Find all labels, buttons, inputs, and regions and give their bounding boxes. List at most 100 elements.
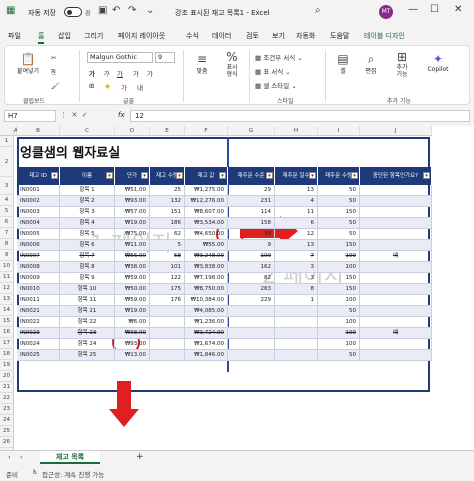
- table-cell-days[interactable]: 1: [275, 295, 318, 306]
- table-cell-name[interactable]: 항목 9: [60, 273, 115, 284]
- table-cell-qty[interactable]: 186: [150, 218, 185, 229]
- table-cell-qty[interactable]: 175: [150, 284, 185, 295]
- table-cell-disc[interactable]: [360, 207, 432, 218]
- copilot-button[interactable]: ✦ Copilot: [423, 52, 453, 73]
- table-cell-id[interactable]: IN0010: [17, 284, 60, 295]
- table-cell-id[interactable]: IN0007: [17, 251, 60, 262]
- table-cell-value[interactable]: ₩4,085.00: [185, 306, 228, 317]
- cut-icon[interactable]: ✂: [51, 54, 56, 62]
- formula-controls-icon[interactable]: ⋮ ✕ ✓: [60, 111, 88, 119]
- tab-file[interactable]: 파일: [8, 31, 21, 41]
- table-cell-days[interactable]: 3: [275, 262, 318, 273]
- row-header[interactable]: 10: [0, 261, 14, 272]
- table-cell-name[interactable]: 항목 6: [60, 240, 115, 251]
- table-cell-days[interactable]: [275, 339, 318, 350]
- table-cell-value[interactable]: ₩55.00: [185, 240, 228, 251]
- table-cell-rq[interactable]: 50: [318, 185, 360, 196]
- table-cell-value[interactable]: ₩8,607.00: [185, 207, 228, 218]
- table-cell-name[interactable]: 항목 22: [60, 317, 115, 328]
- table-cell-value[interactable]: ₩4,650.00: [185, 229, 228, 240]
- table-cell-lvl[interactable]: [228, 306, 275, 317]
- tab-review[interactable]: 검토: [246, 31, 259, 41]
- italic-button[interactable]: 가: [103, 68, 109, 78]
- table-cell-rq[interactable]: 150: [318, 284, 360, 295]
- table-cell-name[interactable]: 항목 24: [60, 339, 115, 350]
- table-cell-rq[interactable]: 150: [318, 273, 360, 284]
- column-header[interactable]: I: [318, 126, 360, 136]
- save-icon[interactable]: ▣: [98, 5, 107, 16]
- tab-home[interactable]: 홈: [38, 31, 45, 44]
- table-cell-price[interactable]: ₩75.00: [115, 229, 150, 240]
- table-cell-rq[interactable]: 100: [318, 317, 360, 328]
- maximize-icon[interactable]: ☐: [430, 4, 439, 15]
- shrink-font-icon[interactable]: 가: [147, 68, 153, 78]
- tab-table-design[interactable]: 테이블 디자인: [364, 31, 405, 41]
- table-cell-qty[interactable]: [150, 339, 185, 350]
- table-cell-price[interactable]: ₩11.00: [115, 240, 150, 251]
- table-cell-qty[interactable]: 151: [150, 207, 185, 218]
- table-cell-disc[interactable]: [360, 196, 432, 207]
- borders-icon[interactable]: ⊞: [89, 82, 94, 90]
- table-cell-days[interactable]: 8: [275, 284, 318, 295]
- row-header[interactable]: 4: [0, 195, 14, 206]
- row-header[interactable]: 3: [0, 177, 14, 195]
- tab-view[interactable]: 보기: [272, 31, 285, 41]
- table-cell-disc[interactable]: [360, 185, 432, 196]
- column-header[interactable]: B: [17, 126, 60, 136]
- table-cell-disc[interactable]: [360, 284, 432, 295]
- table-cell-price[interactable]: ₩93.00: [115, 196, 150, 207]
- table-cell-name[interactable]: 항목 4: [60, 218, 115, 229]
- cell-styles-button[interactable]: ▦ 셀 스타일 ⌄: [255, 80, 297, 90]
- editing-button[interactable]: ⌕ 편집: [359, 52, 383, 75]
- table-cell-id[interactable]: IN0022: [17, 317, 60, 328]
- addins-button[interactable]: ⊞ 추가 기능: [389, 50, 415, 78]
- row-header[interactable]: 9: [0, 250, 14, 261]
- table-cell-disc[interactable]: [360, 295, 432, 306]
- table-cell-price[interactable]: ₩59.00: [115, 273, 150, 284]
- table-cell-disc[interactable]: [360, 229, 432, 240]
- table-cell-name[interactable]: 항목 21: [60, 306, 115, 317]
- table-cell-id[interactable]: IN0005: [17, 229, 60, 240]
- table-cell-name[interactable]: 항목 7: [60, 251, 115, 262]
- table-cell-id[interactable]: IN0008: [17, 262, 60, 273]
- table-cell-price[interactable]: ₩38.00: [115, 328, 150, 339]
- table-cell-qty[interactable]: 62: [150, 229, 185, 240]
- table-cell-price[interactable]: ₩38.00: [115, 262, 150, 273]
- avatar[interactable]: MT: [379, 5, 393, 19]
- table-cell-id[interactable]: IN0004: [17, 218, 60, 229]
- table-cell-qty[interactable]: 122: [150, 273, 185, 284]
- table-cell-name[interactable]: 항목 1: [60, 185, 115, 196]
- format-as-table-button[interactable]: ▦ 표 서식 ⌄: [255, 66, 291, 76]
- table-cell-lvl[interactable]: [228, 317, 275, 328]
- row-header[interactable]: 21: [0, 382, 14, 393]
- table-cell-qty[interactable]: [150, 306, 185, 317]
- table-cell-days[interactable]: 13: [275, 240, 318, 251]
- table-cell-value[interactable]: ₩1,275.00: [185, 185, 228, 196]
- table-cell-lvl[interactable]: [228, 350, 275, 361]
- table-cell-disc[interactable]: 예: [360, 328, 432, 339]
- table-cell-disc[interactable]: [360, 262, 432, 273]
- row-header[interactable]: 15: [0, 316, 14, 327]
- table-cell-price[interactable]: ₩19.00: [115, 306, 150, 317]
- table-cell-days[interactable]: 7: [275, 251, 318, 262]
- font-size-select[interactable]: 9: [155, 52, 175, 63]
- table-cell-id[interactable]: IN0023: [17, 328, 60, 339]
- table-cell-lvl[interactable]: [228, 339, 275, 350]
- tab-data[interactable]: 데이터: [212, 31, 231, 41]
- table-cell-name[interactable]: 항목 23: [60, 328, 115, 339]
- table-cell-days[interactable]: [275, 317, 318, 328]
- table-cell-rq[interactable]: 150: [318, 240, 360, 251]
- row-header[interactable]: 1: [0, 136, 14, 147]
- table-cell-rq[interactable]: 50: [318, 306, 360, 317]
- row-header[interactable]: 22: [0, 393, 14, 404]
- fx-icon[interactable]: fx: [118, 111, 125, 119]
- table-cell-days[interactable]: [275, 350, 318, 361]
- table-cell-qty[interactable]: 25: [150, 185, 185, 196]
- table-cell-name[interactable]: 항목 10: [60, 284, 115, 295]
- table-cell-value[interactable]: ₩3,534.00: [185, 218, 228, 229]
- table-cell-days[interactable]: 13: [275, 185, 318, 196]
- table-cell-lvl[interactable]: 158: [228, 218, 275, 229]
- table-cell-value[interactable]: ₩3,248.00: [185, 251, 228, 262]
- table-cell-days[interactable]: 3: [275, 273, 318, 284]
- table-cell-price[interactable]: ₩13.00: [115, 350, 150, 361]
